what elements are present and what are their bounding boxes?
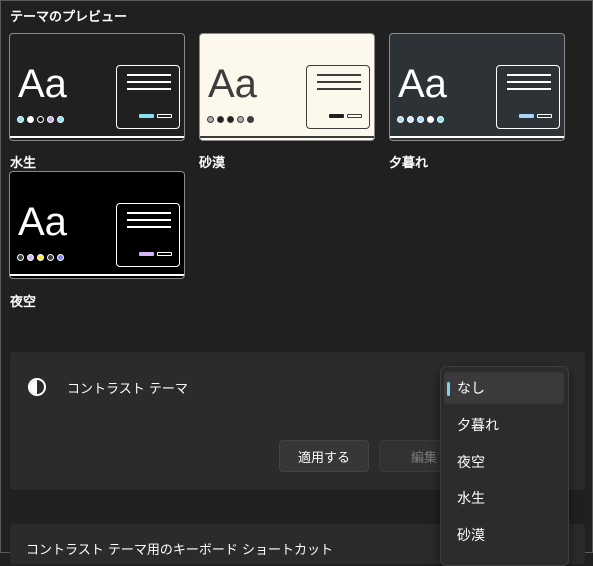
theme-card-dusk[interactable]: Aa: [389, 33, 565, 141]
color-dot: [57, 116, 64, 123]
keyboard-shortcut-label: コントラスト テーマ用のキーボード ショートカット: [26, 543, 334, 558]
dropdown-option-label: 砂漠: [457, 528, 485, 544]
color-dot: [57, 254, 64, 261]
contrast-icon: [28, 378, 46, 396]
dropdown-option-desert[interactable]: 砂漠: [441, 519, 564, 551]
theme-label-aquatic: 水生: [10, 156, 37, 171]
color-dot: [17, 254, 24, 261]
color-dot: [37, 116, 44, 123]
window-preview-icon: [116, 203, 180, 267]
color-dot: [17, 116, 24, 123]
color-dot: [427, 116, 434, 123]
color-dot: [37, 254, 44, 261]
color-dot: [237, 116, 244, 123]
color-dot: [27, 254, 34, 261]
window-preview-icon: [306, 65, 370, 129]
color-dots: [17, 254, 64, 261]
theme-sample-text: Aa: [208, 62, 257, 106]
accent-bar: [10, 136, 184, 138]
color-dot: [417, 116, 424, 123]
color-dot: [47, 254, 54, 261]
color-dot: [247, 116, 254, 123]
dropdown-option-label: 水生: [457, 491, 485, 507]
theme-card-desert[interactable]: Aa: [199, 33, 375, 141]
color-dot: [407, 116, 414, 123]
color-dot: [47, 116, 54, 123]
theme-label-desert: 砂漠: [199, 156, 226, 171]
theme-card-night-sky[interactable]: Aa: [9, 171, 185, 279]
theme-sample-text: Aa: [398, 62, 447, 106]
dropdown-option-label: なし: [457, 381, 485, 397]
theme-sample-text: Aa: [18, 200, 67, 244]
theme-label-night-sky: 夜空: [10, 295, 37, 310]
dropdown-option-label: 夕暮れ: [457, 418, 499, 434]
color-dots: [207, 116, 254, 123]
color-dot: [227, 116, 234, 123]
color-dot: [437, 116, 444, 123]
theme-card-aquatic[interactable]: Aa: [9, 33, 185, 141]
accent-bar: [200, 136, 374, 138]
window-preview-icon: [496, 65, 560, 129]
color-dot: [397, 116, 404, 123]
apply-button[interactable]: 適用する: [279, 440, 369, 472]
section-title-theme-preview: テーマのプレビュー: [10, 10, 128, 25]
dropdown-option-aquatic[interactable]: 水生: [441, 482, 564, 514]
color-dot: [27, 116, 34, 123]
accent-bar: [390, 136, 564, 138]
color-dot: [217, 116, 224, 123]
contrast-theme-label: コントラスト テーマ: [67, 382, 188, 397]
color-dots: [17, 116, 64, 123]
dropdown-option-dusk[interactable]: 夕暮れ: [441, 409, 564, 441]
dropdown-option-none[interactable]: なし: [444, 372, 564, 404]
theme-label-dusk: 夕暮れ: [389, 156, 429, 171]
selected-indicator: [447, 382, 450, 396]
dropdown-option-label: 夜空: [457, 455, 485, 471]
color-dot: [207, 116, 214, 123]
contrast-theme-dropdown[interactable]: なし 夕暮れ 夜空 水生 砂漠: [440, 366, 569, 566]
color-dots: [397, 116, 444, 123]
dropdown-option-night-sky[interactable]: 夜空: [441, 446, 564, 478]
window-preview-icon: [116, 65, 180, 129]
theme-sample-text: Aa: [18, 62, 67, 106]
accent-bar: [10, 274, 184, 276]
